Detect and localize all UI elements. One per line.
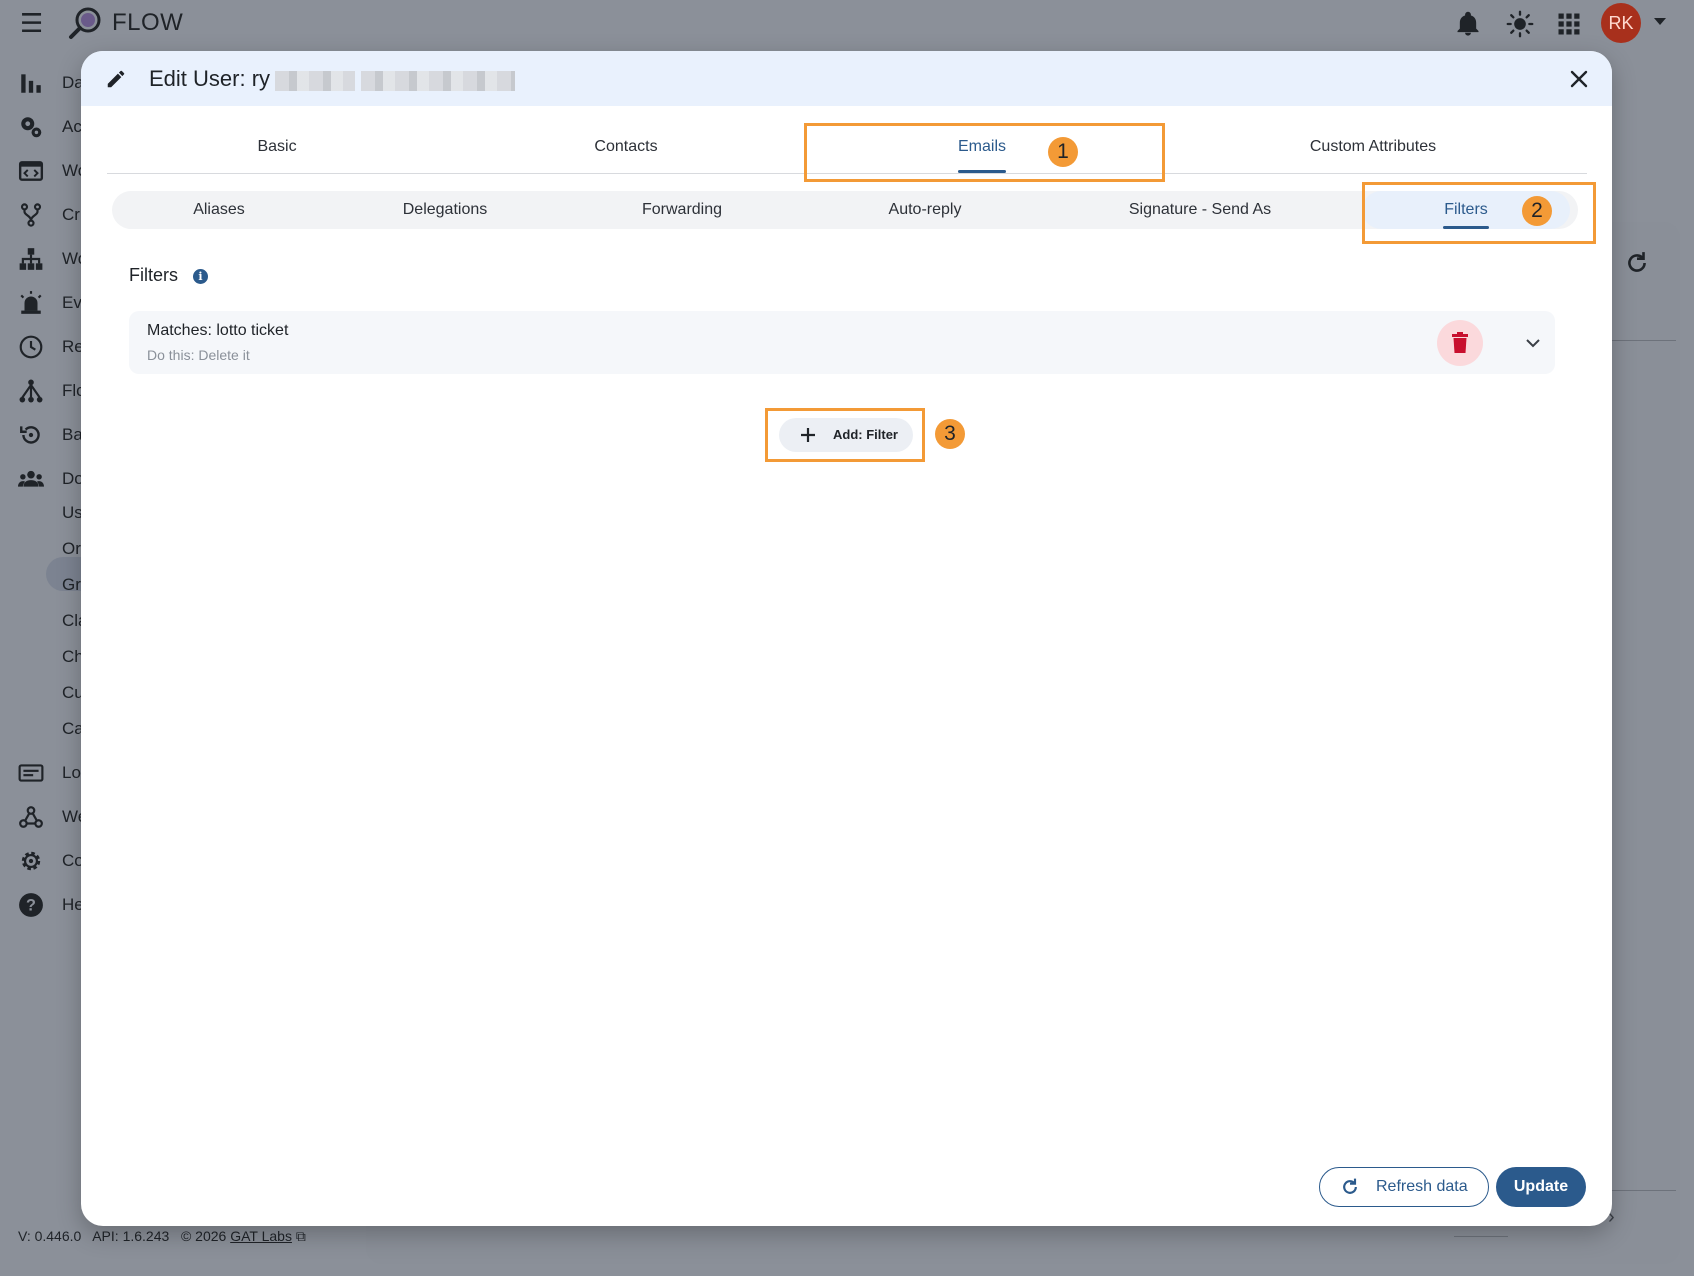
sidebar-item-label: Ev <box>62 293 82 312</box>
chevron-down-icon[interactable] <box>1521 331 1545 355</box>
info-icon[interactable]: i <box>193 269 208 284</box>
settings-icon <box>21 851 41 871</box>
external-link-icon: ⧉ <box>295 1228 306 1244</box>
subtab-label: Signature - Send As <box>1128 201 1272 218</box>
sidebar-item-7[interactable]: Flo <box>18 376 88 404</box>
sidebar-item-9[interactable]: Do <box>18 464 88 492</box>
bell-icon[interactable] <box>1454 10 1482 38</box>
user-avatar[interactable]: RK <box>1601 3 1641 43</box>
tab-contacts[interactable]: Contacts <box>447 121 805 173</box>
redacted-text <box>361 71 515 91</box>
sidebar-item-label: Cr <box>62 205 80 224</box>
subtab-label: Aliases <box>193 201 245 218</box>
sidebar-item-3[interactable]: Cr <box>18 200 88 228</box>
subtab-signature-send-as[interactable]: Signature - Send As <box>1050 191 1350 229</box>
alarm-icon <box>20 291 42 314</box>
refresh-data-button[interactable]: Refresh data <box>1319 1167 1489 1207</box>
sidebar-sub-item[interactable]: Gr <box>62 575 81 595</box>
divider <box>1610 340 1676 341</box>
people-icon <box>18 470 44 487</box>
dialog-title: Edit User: ry <box>149 66 271 91</box>
tab-custom-attributes[interactable]: Custom Attributes <box>1159 121 1587 173</box>
sidebar-item-6[interactable]: Re <box>18 332 88 360</box>
email-sub-tabs: Aliases Delegations Forwarding Auto-repl… <box>112 191 1578 229</box>
version-footer: V: 0.446.0 API: 1.6.243 © 2026 GAT Labs … <box>18 1228 306 1245</box>
redacted-text <box>275 71 355 91</box>
close-icon[interactable] <box>1567 67 1591 91</box>
menu-icon[interactable]: ☰ <box>20 10 43 36</box>
sidebar-item-label: Ba <box>62 425 83 444</box>
flow-logo <box>69 7 101 39</box>
caret-down-icon[interactable] <box>1654 18 1666 25</box>
apps-grid-icon[interactable] <box>1555 10 1583 38</box>
dialog-header: Edit User: ry <box>81 51 1612 106</box>
version-text: V: 0.446.0 <box>18 1228 82 1244</box>
subtab-auto-reply[interactable]: Auto-reply <box>800 191 1050 229</box>
annotation-box-1 <box>804 123 1165 182</box>
annotation-box-2 <box>1362 182 1596 244</box>
subtab-delegations[interactable]: Delegations <box>326 191 564 229</box>
sidebar-sub-item-users[interactable]: Us <box>62 503 83 523</box>
app-title: FLOW <box>112 9 184 36</box>
subtab-label: Delegations <box>402 201 488 218</box>
tab-label: Contacts <box>594 138 658 155</box>
sidebar-item-1[interactable]: Ac <box>18 112 88 140</box>
update-button[interactable]: Update <box>1496 1167 1586 1207</box>
webhook-icon <box>19 806 43 828</box>
top-bar: ☰ FLOW RK <box>0 0 1694 48</box>
annotation-marker-1: 1 <box>1048 137 1078 167</box>
org-tree-icon <box>19 248 43 270</box>
backup-icon <box>20 426 40 444</box>
trash-icon <box>1452 332 1468 353</box>
sidebar-item-label: Ac <box>62 117 82 136</box>
refresh-data-label: Refresh data <box>1376 1178 1468 1195</box>
refresh-icon <box>1343 1178 1357 1194</box>
tab-basic[interactable]: Basic <box>107 121 447 173</box>
sidebar-item-label: Lo <box>62 763 81 782</box>
api-version-text: API: 1.6.243 <box>92 1228 170 1244</box>
annotation-marker-2: 2 <box>1522 196 1552 226</box>
clock-icon <box>19 335 43 359</box>
code-window-icon <box>18 161 44 181</box>
filter-action-text: Do this: Delete it <box>147 347 250 363</box>
company-link[interactable]: GAT Labs <box>230 1228 292 1244</box>
tab-label: Basic <box>257 138 297 155</box>
flow-icon <box>19 379 43 403</box>
pencil-icon <box>107 70 125 88</box>
sidebar-item-0[interactable]: Da <box>18 68 88 96</box>
filter-match-text: Matches: lotto ticket <box>147 322 289 339</box>
subtab-forwarding[interactable]: Forwarding <box>564 191 800 229</box>
divider <box>1610 1190 1676 1191</box>
annotation-marker-3: 3 <box>935 419 965 449</box>
sidebar-sub-item[interactable]: Or <box>62 539 81 559</box>
sidebar-item-help[interactable]: ? He <box>18 890 88 918</box>
delete-filter-button[interactable] <box>1437 320 1483 366</box>
sidebar: Da Ac Wo Cr Wo Ev Re Flo Ba Do Us Or Gr … <box>0 60 96 1220</box>
copyright-text: © 2026 <box>180 1228 227 1244</box>
section-title: Filters <box>129 265 178 285</box>
divider <box>1454 1236 1508 1237</box>
refresh-icon[interactable] <box>1624 250 1650 276</box>
subtab-aliases[interactable]: Aliases <box>112 191 326 229</box>
sidebar-item-webhooks[interactable]: We <box>18 802 88 830</box>
fork-icon <box>20 203 42 227</box>
sidebar-item-logs[interactable]: Lo <box>18 758 88 786</box>
brightness-icon[interactable] <box>1506 10 1534 38</box>
subtab-label: Forwarding <box>641 201 723 218</box>
svg-text:?: ? <box>26 896 36 914</box>
sidebar-item-config[interactable]: Co <box>18 846 88 874</box>
filter-item[interactable]: Matches: lotto ticket Do this: Delete it <box>129 311 1555 374</box>
tab-label: Custom Attributes <box>1309 138 1437 155</box>
gears-icon <box>21 117 42 138</box>
sidebar-item-4[interactable]: Wo <box>18 244 88 272</box>
subtab-label: Auto-reply <box>888 201 962 218</box>
bar-chart-icon <box>21 74 41 93</box>
sidebar-item-2[interactable]: Wo <box>18 156 88 184</box>
help-icon: ? <box>19 893 43 917</box>
annotation-box-3 <box>765 408 925 462</box>
log-icon <box>18 764 44 782</box>
sidebar-item-8[interactable]: Ba <box>18 420 88 448</box>
sidebar-item-5[interactable]: Ev <box>18 288 88 316</box>
